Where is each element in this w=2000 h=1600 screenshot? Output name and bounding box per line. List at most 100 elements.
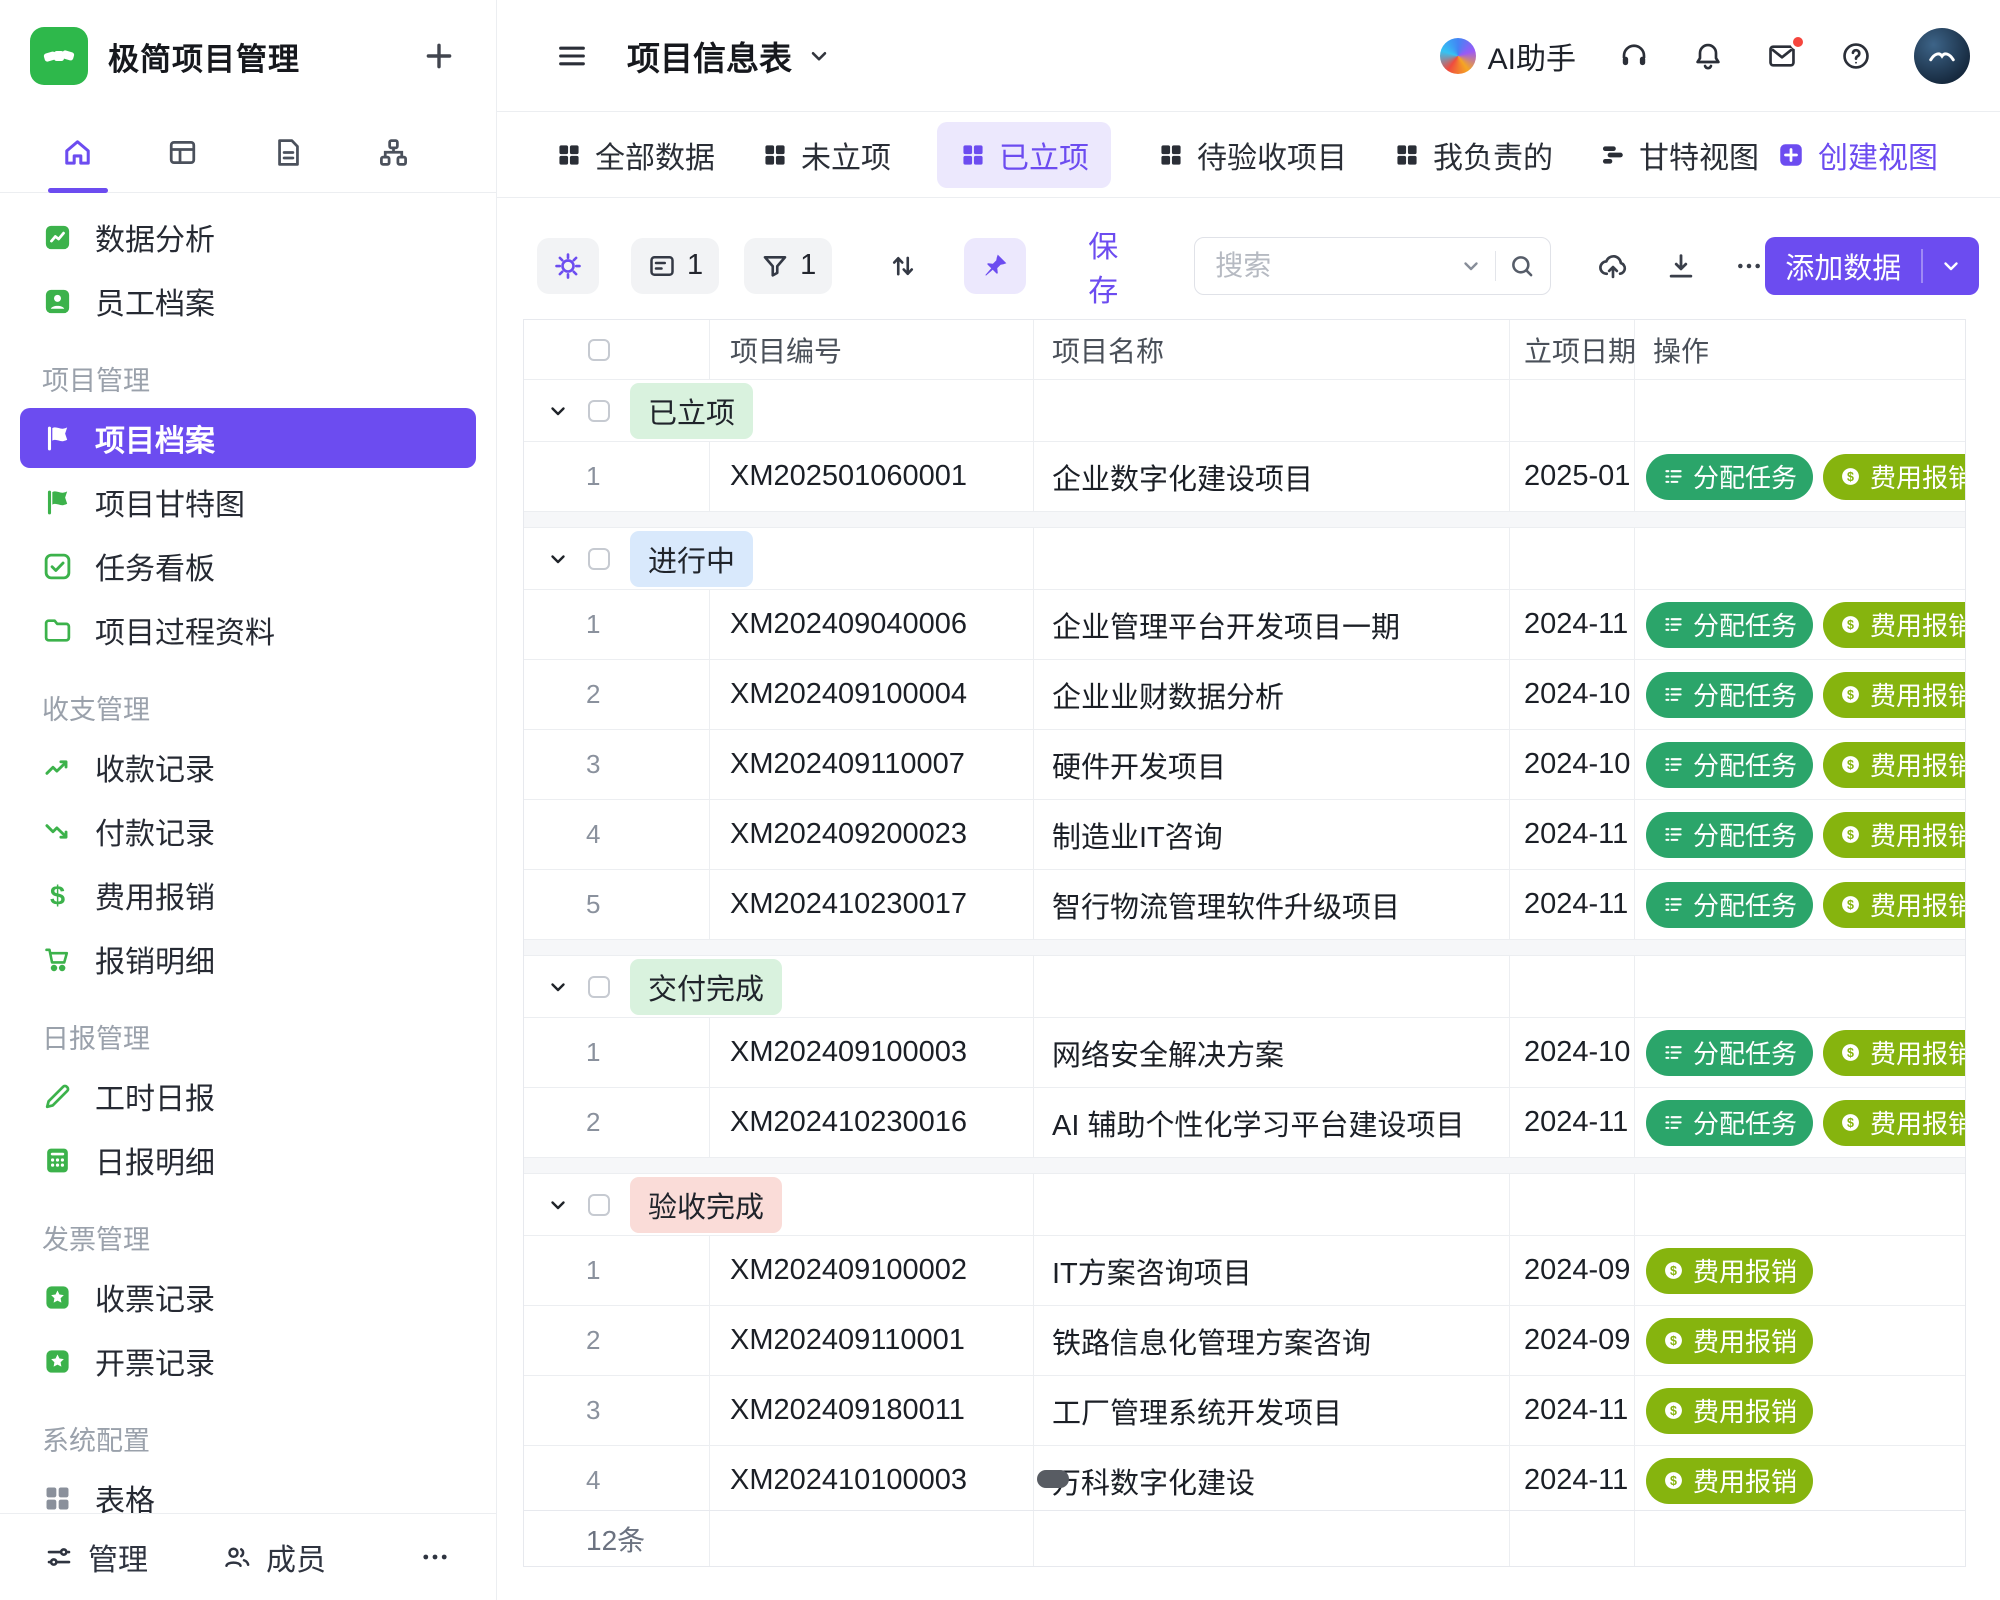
add-data-button[interactable]: 添加数据 bbox=[1765, 237, 1979, 295]
group-checkbox[interactable] bbox=[588, 548, 610, 570]
tab-tables[interactable] bbox=[130, 112, 235, 192]
sidebar-item[interactable]: 项目过程资料 bbox=[0, 598, 496, 662]
table-row[interactable]: 1XM202409100003网络安全解决方案2024-10分配任务$费用报销 bbox=[524, 1018, 1965, 1088]
collapse-group-icon[interactable] bbox=[546, 975, 570, 999]
table-row[interactable]: 3XM202409110007硬件开发项目2024-10分配任务$费用报销 bbox=[524, 730, 1965, 800]
sidebar-item[interactable]: 任务看板 bbox=[0, 534, 496, 598]
project-id-cell[interactable]: XM202409040006 bbox=[710, 590, 1034, 659]
expense-report-button[interactable]: $费用报销 bbox=[1823, 454, 1965, 500]
project-id-cell[interactable]: XM202409100004 bbox=[710, 660, 1034, 729]
project-id-cell[interactable]: XM202409110007 bbox=[710, 730, 1034, 799]
sidebar-item[interactable]: 付款记录 bbox=[0, 799, 496, 863]
column-header-date[interactable]: 立项日期 bbox=[1510, 320, 1635, 379]
sidebar-item[interactable]: 开票记录 bbox=[0, 1329, 496, 1393]
project-date-cell[interactable]: 2024-11 bbox=[1510, 590, 1635, 659]
more-actions-button[interactable] bbox=[1733, 250, 1765, 282]
expense-report-button[interactable]: $费用报销 bbox=[1823, 882, 1965, 928]
expense-report-button[interactable]: $费用报销 bbox=[1646, 1248, 1813, 1294]
project-name-cell[interactable]: AI 辅助个性化学习平台建设项目 bbox=[1034, 1088, 1510, 1157]
sidebar-item[interactable]: 工时日报 bbox=[0, 1064, 496, 1128]
import-button[interactable] bbox=[1597, 250, 1629, 282]
project-date-cell[interactable]: 2024-11 bbox=[1510, 870, 1635, 939]
sidebar-item[interactable]: 收款记录 bbox=[0, 735, 496, 799]
assign-task-button[interactable]: 分配任务 bbox=[1646, 454, 1813, 500]
project-id-cell[interactable]: XM202409100002 bbox=[710, 1236, 1034, 1305]
expense-report-button[interactable]: $费用报销 bbox=[1823, 1100, 1965, 1146]
project-name-cell[interactable]: 企业数字化建设项目 bbox=[1034, 442, 1510, 511]
assign-task-button[interactable]: 分配任务 bbox=[1646, 742, 1813, 788]
sidebar-item[interactable]: 报销明细 bbox=[0, 927, 496, 991]
project-id-cell[interactable]: XM202410230016 bbox=[710, 1088, 1034, 1157]
select-all-checkbox[interactable] bbox=[588, 339, 610, 361]
table-row[interactable]: 2XM202409100004企业业财数据分析2024-10分配任务$费用报销 bbox=[524, 660, 1965, 730]
view-tab[interactable]: 全部数据 bbox=[555, 133, 715, 177]
tab-home[interactable] bbox=[25, 112, 130, 192]
notifications-button[interactable] bbox=[1692, 40, 1724, 72]
project-name-cell[interactable]: 企业管理平台开发项目一期 bbox=[1034, 590, 1510, 659]
project-id-cell[interactable]: XM202409200023 bbox=[710, 800, 1034, 869]
group-checkbox[interactable] bbox=[588, 976, 610, 998]
settings-button[interactable] bbox=[537, 238, 599, 294]
project-name-cell[interactable]: 万科数字化建设 bbox=[1034, 1446, 1510, 1515]
project-id-cell[interactable]: XM202409100003 bbox=[710, 1018, 1034, 1087]
sidebar-item[interactable]: 项目甘特图 bbox=[0, 470, 496, 534]
project-date-cell[interactable]: 2024-09 bbox=[1510, 1306, 1635, 1375]
project-name-cell[interactable]: IT方案咨询项目 bbox=[1034, 1236, 1510, 1305]
members-button[interactable]: 成员 bbox=[222, 1535, 326, 1579]
inbox-button[interactable] bbox=[1766, 40, 1798, 72]
horizontal-scrollbar-thumb[interactable] bbox=[1037, 1470, 1069, 1488]
project-date-cell[interactable]: 2024-11 bbox=[1510, 1088, 1635, 1157]
group-checkbox[interactable] bbox=[588, 1194, 610, 1216]
save-button[interactable]: 保存 bbox=[1072, 238, 1134, 294]
column-header-project-id[interactable]: 项目编号 bbox=[710, 320, 1034, 379]
sidebar-item[interactable]: 日报明细 bbox=[0, 1128, 496, 1192]
search-input[interactable] bbox=[1215, 250, 1459, 282]
table-row[interactable]: 4XM202410100003万科数字化建设2024-11$费用报销 bbox=[524, 1446, 1965, 1516]
table-row[interactable]: 2XM202410230016AI 辅助个性化学习平台建设项目2024-11分配… bbox=[524, 1088, 1965, 1158]
ai-assistant-button[interactable]: AI助手 bbox=[1440, 34, 1576, 78]
view-tab[interactable]: 我负责的 bbox=[1393, 133, 1553, 177]
sidebar-item[interactable]: 收票记录 bbox=[0, 1265, 496, 1329]
view-tab[interactable]: 已立项 bbox=[937, 122, 1111, 188]
assign-task-button[interactable]: 分配任务 bbox=[1646, 812, 1813, 858]
expense-report-button[interactable]: $费用报销 bbox=[1646, 1318, 1813, 1364]
filter-button[interactable]: 1 bbox=[744, 238, 832, 294]
assign-task-button[interactable]: 分配任务 bbox=[1646, 882, 1813, 928]
project-name-cell[interactable]: 网络安全解决方案 bbox=[1034, 1018, 1510, 1087]
project-date-cell[interactable]: 2025-01 bbox=[1510, 442, 1635, 511]
tab-workflows[interactable] bbox=[341, 112, 446, 192]
project-date-cell[interactable]: 2024-10 bbox=[1510, 730, 1635, 799]
tab-documents[interactable] bbox=[236, 112, 341, 192]
manage-button[interactable]: 管理 bbox=[44, 1535, 148, 1579]
sidebar-item[interactable]: 项目档案 bbox=[20, 408, 476, 468]
collapse-group-icon[interactable] bbox=[546, 399, 570, 423]
column-header-project-name[interactable]: 项目名称 bbox=[1034, 320, 1510, 379]
sidebar-item[interactable]: $费用报销 bbox=[0, 863, 496, 927]
project-name-cell[interactable]: 制造业IT咨询 bbox=[1034, 800, 1510, 869]
expense-report-button[interactable]: $费用报销 bbox=[1646, 1458, 1813, 1504]
project-date-cell[interactable]: 2024-11 bbox=[1510, 800, 1635, 869]
expense-report-button[interactable]: $费用报销 bbox=[1823, 742, 1965, 788]
more-icon[interactable] bbox=[418, 1540, 452, 1574]
expense-report-button[interactable]: $费用报销 bbox=[1823, 602, 1965, 648]
collapse-sidebar-button[interactable] bbox=[555, 39, 589, 73]
pin-button[interactable] bbox=[964, 238, 1026, 294]
project-date-cell[interactable]: 2024-10 bbox=[1510, 660, 1635, 729]
help-button[interactable] bbox=[1840, 40, 1872, 72]
assign-task-button[interactable]: 分配任务 bbox=[1646, 1030, 1813, 1076]
table-row[interactable]: 4XM202409200023制造业IT咨询2024-11分配任务$费用报销 bbox=[524, 800, 1965, 870]
sidebar-item[interactable]: 表格 bbox=[0, 1466, 496, 1513]
sort-button[interactable] bbox=[872, 238, 934, 294]
table-row[interactable]: 1XM202409100002IT方案咨询项目2024-09$费用报销 bbox=[524, 1236, 1965, 1306]
create-view-button[interactable]: 创建视图 bbox=[1776, 133, 1938, 177]
assign-task-button[interactable]: 分配任务 bbox=[1646, 602, 1813, 648]
view-tab[interactable]: 甘特视图 bbox=[1599, 133, 1759, 177]
project-id-cell[interactable]: XM202410230017 bbox=[710, 870, 1034, 939]
search-icon[interactable] bbox=[1508, 252, 1536, 280]
project-name-cell[interactable]: 铁路信息化管理方案咨询 bbox=[1034, 1306, 1510, 1375]
add-workspace-icon[interactable] bbox=[422, 39, 456, 73]
view-tab[interactable]: 待验收项目 bbox=[1157, 133, 1347, 177]
sidebar-item[interactable]: 数据分析 bbox=[0, 205, 496, 269]
sheet-title-dropdown[interactable]: 项目信息表 bbox=[627, 32, 832, 80]
export-button[interactable] bbox=[1665, 250, 1697, 282]
